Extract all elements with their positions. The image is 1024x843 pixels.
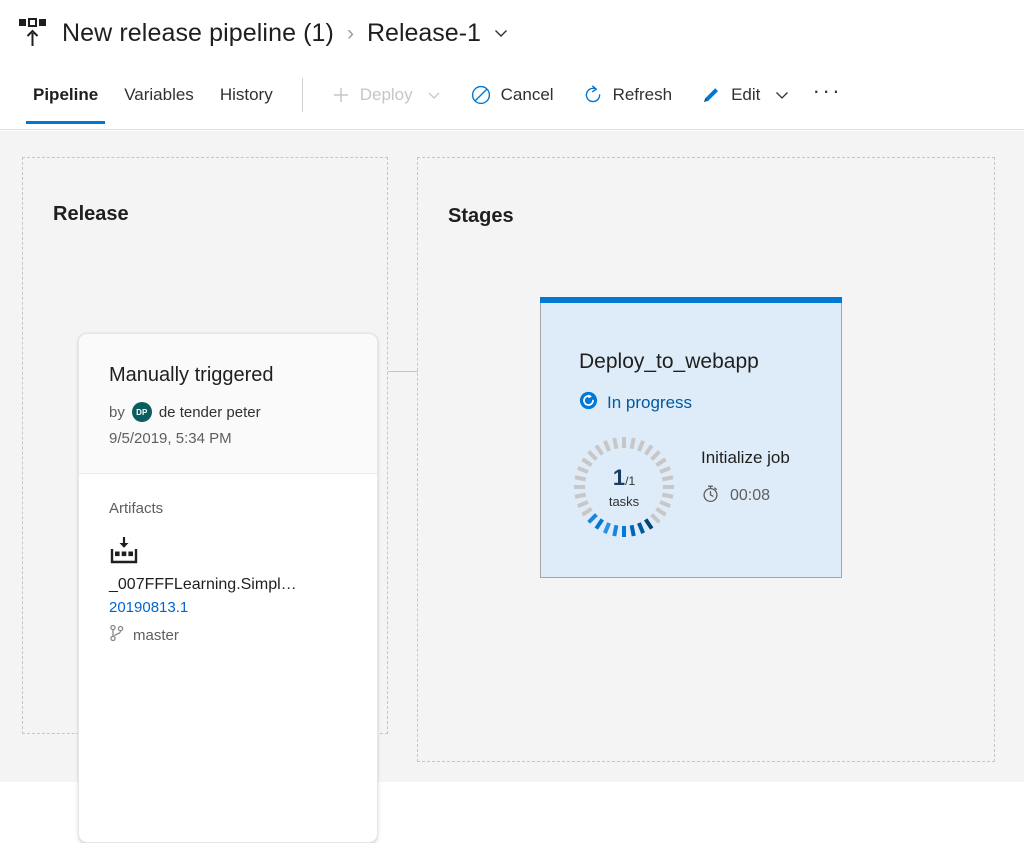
tab-history[interactable]: History <box>207 66 286 124</box>
task-count-total: /1 <box>625 474 635 488</box>
release-panel-title: Release <box>53 203 129 226</box>
tab-variables-label: Variables <box>124 85 194 105</box>
page-header: New release pipeline (1) › Release-1 <box>0 0 1024 66</box>
stopwatch-icon <box>701 484 720 508</box>
artifact-version-link[interactable]: 20190813.1 <box>109 599 347 616</box>
tab-variables[interactable]: Variables <box>111 66 207 124</box>
pipeline-canvas: Release Manually triggered by DP de tend… <box>0 131 1024 782</box>
cancel-button[interactable]: Cancel <box>456 75 568 115</box>
task-count-completed: 1 <box>613 465 625 490</box>
deploy-button-label: Deploy <box>360 85 413 105</box>
edit-button-label: Edit <box>731 85 760 105</box>
breadcrumb-pipeline-name[interactable]: New release pipeline (1) <box>62 19 334 48</box>
branch-name: master <box>133 627 179 644</box>
release-date: 9/5/2019, 5:34 PM <box>109 430 347 447</box>
edit-button[interactable]: Edit <box>686 75 805 115</box>
job-info: Initialize job 00:08 <box>701 434 790 508</box>
by-label: by <box>109 404 125 421</box>
stage-status: In progress <box>579 391 692 415</box>
release-panel: Release Manually triggered by DP de tend… <box>22 157 388 734</box>
task-count: 1/1 <box>613 467 635 489</box>
artifact-name: _007FFFLearning.Simpl… <box>109 576 347 594</box>
release-pipeline-icon <box>18 17 48 49</box>
refresh-button-label: Refresh <box>613 85 673 105</box>
stage-status-label: In progress <box>607 393 692 413</box>
release-card-artifacts: Artifacts _007FFFLearning.Simpl… 2019081… <box>79 474 377 646</box>
tab-history-label: History <box>220 85 273 105</box>
toolbar-divider <box>302 78 303 112</box>
plus-icon <box>331 85 351 105</box>
stage-card[interactable]: Deploy_to_webapp In progress 1/1 tasks <box>540 303 842 578</box>
cancel-circle-slash-icon <box>470 84 492 106</box>
in-progress-icon <box>579 391 598 415</box>
breadcrumb-release-name: Release-1 <box>367 19 481 48</box>
more-actions-button[interactable]: ··· <box>805 75 849 115</box>
refresh-icon <box>582 84 604 106</box>
refresh-button[interactable]: Refresh <box>568 75 687 115</box>
breadcrumb: New release pipeline (1) › Release-1 <box>62 19 510 48</box>
deploy-chevron-down-icon[interactable] <box>426 87 442 103</box>
artifacts-label: Artifacts <box>109 500 347 517</box>
release-to-stage-connector <box>388 371 418 372</box>
tab-list: Pipeline Variables History <box>0 66 286 129</box>
tab-pipeline-label: Pipeline <box>33 85 98 105</box>
breadcrumb-separator: › <box>347 23 354 44</box>
task-progress-ring: 1/1 tasks <box>571 434 677 540</box>
stage-progress-area: 1/1 tasks Initialize job <box>571 434 790 540</box>
toolbar-actions: Deploy Cancel R <box>317 66 850 124</box>
edit-chevron-down-icon[interactable] <box>773 86 791 104</box>
chevron-down-icon[interactable] <box>492 24 510 42</box>
toolbar: Pipeline Variables History Deploy <box>0 66 1024 130</box>
avatar: DP <box>132 402 152 422</box>
tab-pipeline[interactable]: Pipeline <box>20 66 111 124</box>
stages-panel-title: Stages <box>448 205 514 228</box>
pencil-icon <box>700 84 722 106</box>
author-name: de tender peter <box>159 404 261 421</box>
release-card-summary: Manually triggered by DP de tender peter… <box>79 334 377 474</box>
job-name: Initialize job <box>701 448 790 468</box>
stage-name: Deploy_to_webapp <box>579 350 759 374</box>
git-branch-icon <box>109 624 125 646</box>
job-duration-value: 00:08 <box>730 487 770 505</box>
deploy-button[interactable]: Deploy <box>317 75 456 115</box>
build-artifact-icon <box>109 535 347 570</box>
release-author: by DP de tender peter <box>109 402 347 422</box>
task-count-unit: tasks <box>609 495 639 508</box>
cancel-button-label: Cancel <box>501 85 554 105</box>
release-card[interactable]: Manually triggered by DP de tender peter… <box>78 333 378 843</box>
release-trigger-label: Manually triggered <box>109 363 347 387</box>
artifact-branch: master <box>109 624 347 646</box>
task-progress-center: 1/1 tasks <box>571 434 677 540</box>
job-duration: 00:08 <box>701 484 790 508</box>
